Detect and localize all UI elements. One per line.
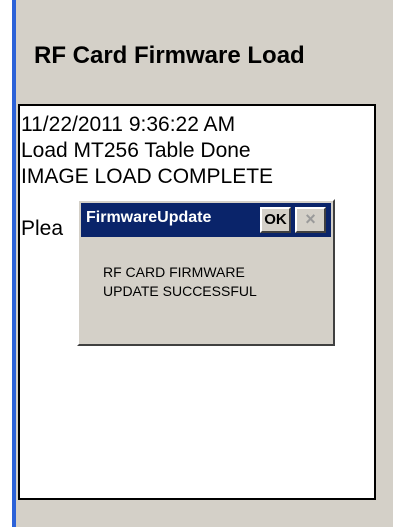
firmware-update-dialog: FirmwareUpdate OK × RF CARD FIRMWARE UPD… — [77, 199, 335, 346]
close-icon: × — [305, 209, 316, 229]
log-line-timestamp: 11/22/2011 9:36:22 AM — [21, 113, 236, 136]
page-title: RF Card Firmware Load — [34, 42, 305, 69]
dialog-message-line-2: UPDATE SUCCESSFUL — [103, 283, 257, 299]
close-button[interactable]: × — [295, 207, 326, 233]
ok-button[interactable]: OK — [260, 207, 291, 233]
dialog-title: FirmwareUpdate — [86, 209, 212, 226]
dialog-message: RF CARD FIRMWARE UPDATE SUCCESSFUL — [103, 263, 257, 301]
log-line-table-load: Load MT256 Table Done — [21, 139, 251, 162]
dialog-message-line-1: RF CARD FIRMWARE — [103, 264, 245, 280]
dialog-titlebar[interactable]: FirmwareUpdate OK × — [81, 203, 331, 237]
log-line-image-load: IMAGE LOAD COMPLETE — [21, 165, 274, 188]
screen: RF Card Firmware Load 11/22/2011 9:36:22… — [0, 0, 393, 527]
